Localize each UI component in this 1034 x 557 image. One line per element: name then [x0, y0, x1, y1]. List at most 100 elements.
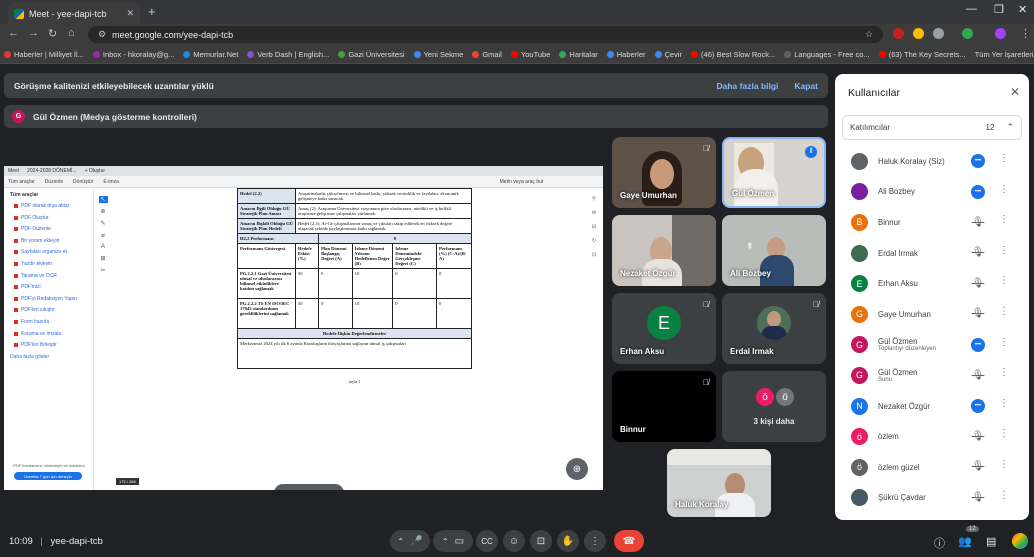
bookmark-item[interactable]: Haberler | Milliyet İl... [4, 50, 84, 59]
video-tile[interactable]: E 🎙̸ Erhan Aksu [612, 293, 716, 364]
audio-level-icon[interactable]: ••• [971, 398, 985, 413]
more-vert-icon[interactable]: ⋮ [999, 398, 1009, 409]
participant-row[interactable]: Ali Bozbey ••• ⋮ [835, 177, 1029, 208]
microphone-button[interactable]: ⌃ 🎤 [390, 530, 430, 552]
activities-icon[interactable] [1012, 533, 1028, 549]
bookmark-star-icon[interactable]: ☆ [865, 29, 873, 40]
people-icon[interactable]: 👥 [958, 535, 972, 548]
zoom-icon[interactable]: ⊕ [566, 458, 588, 480]
chevron-up-icon[interactable]: ⌃ [397, 537, 404, 546]
close-banner-button[interactable]: Kapat [794, 81, 818, 91]
muted-mic-icon[interactable]: 🎙 [971, 307, 985, 321]
extension-icon[interactable] [893, 28, 904, 39]
minimize-icon[interactable]: — [966, 3, 977, 15]
chevron-up-icon[interactable]: ⌃ [1006, 122, 1014, 133]
camera-button[interactable]: ⌃ ▭ [433, 530, 473, 552]
more-vert-icon[interactable]: ⋮ [999, 337, 1009, 348]
pin-icon[interactable]: ⇞ [746, 241, 754, 252]
bookmark-item[interactable]: Yeni Sekme [413, 50, 463, 59]
profile-avatar[interactable] [995, 28, 1006, 39]
self-video-tile[interactable]: Haluk Koralay [667, 449, 771, 517]
participant-row[interactable]: Haluk Koralay (Siz) ••• ⋮ [835, 146, 1029, 177]
participant-row[interactable]: G Gül Özmen Sunu 🎙 ⋮ [835, 360, 1029, 391]
all-bookmarks[interactable]: Tüm Yer İşaretleri [975, 50, 1034, 59]
chat-icon[interactable]: ▤ [986, 535, 996, 548]
participant-row[interactable]: ö özlem 🎙 ⋮ [835, 421, 1029, 452]
close-window-icon[interactable]: ✕ [1018, 3, 1027, 16]
emoji-button[interactable]: ☺ [503, 530, 525, 552]
participant-row[interactable]: B Binnur 🎙 ⋮ [835, 207, 1029, 238]
more-options-icon[interactable]: ⋮ [328, 489, 336, 491]
more-vert-icon[interactable]: ⋮ [999, 459, 1009, 470]
presenter-label[interactable]: Gül Özmen (Medya gösterme kontrolleri) [33, 112, 197, 122]
more-vert-icon[interactable]: ⋮ [999, 245, 1009, 256]
video-tile[interactable]: ⇞ Ali Bozbey [722, 215, 826, 286]
more-vert-icon[interactable]: ⋮ [999, 428, 1009, 439]
more-vert-icon[interactable]: ⋮ [999, 367, 1009, 378]
extensions-puzzle-icon[interactable] [933, 28, 944, 39]
bookmark-item[interactable]: (46) Best Slow Rock... [691, 50, 775, 59]
more-vert-icon[interactable]: ⋮ [999, 184, 1009, 195]
present-button[interactable]: ⊡ [530, 530, 552, 552]
bookmark-item[interactable]: YouTube [510, 50, 550, 59]
bookmark-item[interactable]: Haritalar [559, 50, 598, 59]
bookmark-item[interactable]: Inbox - hkoralay@g... [92, 50, 174, 59]
more-vert-icon[interactable]: ⋮ [999, 275, 1009, 286]
reload-icon[interactable]: ↻ [48, 27, 57, 40]
muted-mic-icon[interactable]: 🎙 [971, 429, 985, 443]
close-tab-icon[interactable]: ✕ [126, 8, 134, 19]
more-options-button[interactable]: ⋮ [584, 530, 606, 552]
muted-mic-icon[interactable]: 🎙 [971, 215, 985, 229]
browser-menu-icon[interactable]: ⋮ [1020, 27, 1031, 40]
pin-icon[interactable]: ✦ [282, 489, 289, 491]
muted-mic-icon[interactable]: 🎙 [971, 246, 985, 260]
participant-row[interactable]: N Nezaket Özgür ••• ⋮ [835, 391, 1029, 422]
audio-level-icon[interactable]: ••• [971, 337, 985, 352]
muted-mic-icon[interactable]: 🎙 [971, 276, 985, 290]
video-tile[interactable]: 🎙̸ Binnur [612, 371, 716, 442]
participants-section-header[interactable]: Katılımcılar 12 ⌃ [842, 115, 1022, 140]
back-icon[interactable]: ← [8, 27, 19, 39]
bookmark-item[interactable]: Languages - Free co... [784, 50, 870, 59]
forward-icon[interactable]: → [28, 27, 39, 39]
maximize-icon[interactable]: ❐ [994, 3, 1004, 16]
more-vert-icon[interactable]: ⋮ [999, 306, 1009, 317]
raise-hand-button[interactable]: ✋ [557, 530, 579, 552]
more-participants-tile[interactable]: ö ö 3 kişi daha [722, 371, 826, 442]
audio-level-icon[interactable]: ••• [971, 154, 985, 168]
captions-button[interactable]: CC [476, 530, 498, 552]
bookmark-item[interactable]: Verb Dash | English... [247, 50, 329, 59]
more-vert-icon[interactable]: ⋮ [999, 214, 1009, 225]
address-bar[interactable]: ⚙ meet.google.com/yee-dapi-tcb ☆ [88, 26, 883, 43]
bookmark-item[interactable]: Gazi Üniversitesi [338, 50, 405, 59]
participant-row[interactable]: G Gül Özmen Toplantıyı düzenleyen ••• ⋮ [835, 330, 1029, 361]
presentation-controls[interactable]: ✦ ⊘ ⋮ [274, 484, 344, 490]
bookmark-item[interactable]: Haberler [606, 50, 646, 59]
muted-mic-icon[interactable]: 🎙 [971, 491, 985, 505]
participant-row[interactable]: E Erhan Aksu 🎙 ⋮ [835, 268, 1029, 299]
more-vert-icon[interactable]: ⋮ [999, 490, 1009, 501]
video-tile[interactable]: Nezaket Özgür [612, 215, 716, 286]
extension-icon[interactable] [913, 28, 924, 39]
more-vert-icon[interactable]: ⋮ [999, 153, 1009, 164]
new-tab-icon[interactable]: + [148, 4, 156, 19]
participant-row[interactable]: ö özlem güzel 🎙 ⋮ [835, 452, 1029, 483]
bookmark-item[interactable]: (63) The Key Secrets... [878, 50, 966, 59]
home-icon[interactable]: ⌂ [68, 27, 75, 39]
participant-row[interactable]: Erdal Irmak 🎙 ⋮ [835, 238, 1029, 269]
leave-call-button[interactable]: ☎ [614, 530, 644, 552]
site-info-icon[interactable]: ⚙ [98, 29, 106, 40]
meeting-details-icon[interactable]: ⓘ [934, 535, 945, 551]
bookmark-item[interactable]: Memurlar.Net [183, 50, 238, 59]
close-panel-icon[interactable]: ✕ [1010, 85, 1020, 99]
muted-mic-icon[interactable]: 🎙 [971, 460, 985, 474]
video-tile[interactable]: 🎙̸ Erdal Irmak [722, 293, 826, 364]
video-tile[interactable]: ⦀ Gül Özmen [722, 137, 826, 208]
extension-icon[interactable] [962, 28, 973, 39]
video-tile[interactable]: 🎙̸ Gaye Umurhan [612, 137, 716, 208]
audio-level-icon[interactable]: ••• [971, 184, 985, 199]
mute-tile-icon[interactable]: ⊘ [305, 489, 312, 491]
participant-row[interactable]: Şükrü Çavdar 🎙 ⋮ [835, 483, 1029, 514]
chevron-up-icon[interactable]: ⌃ [442, 537, 449, 546]
muted-mic-icon[interactable]: 🎙 [971, 368, 985, 382]
